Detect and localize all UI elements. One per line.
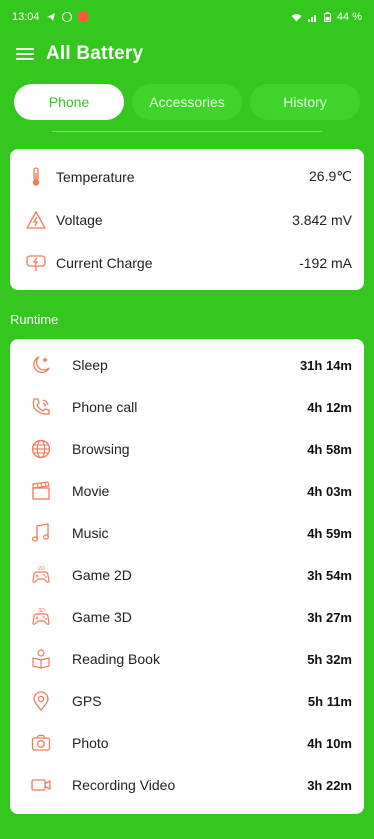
tab-divider xyxy=(52,131,322,132)
runtime-label: Photo xyxy=(72,735,109,751)
runtime-row-sleep[interactable]: Sleep 31h 14m xyxy=(10,344,364,386)
runtime-row-movie[interactable]: Movie 4h 03m xyxy=(10,470,364,512)
runtime-value: 3h 22m xyxy=(307,777,352,793)
runtime-value: 4h 03m xyxy=(307,483,352,499)
runtime-label: Movie xyxy=(72,483,110,499)
runtime-value: 4h 59m xyxy=(307,525,352,541)
info-row-temperature: Temperature 26.9℃ xyxy=(10,155,364,198)
camera-icon xyxy=(26,730,56,756)
runtime-label: Reading Book xyxy=(72,651,160,667)
runtime-label: Game 3D xyxy=(72,609,132,625)
globe-icon xyxy=(26,436,56,462)
music-note-icon xyxy=(26,520,56,546)
tab-bar: Phone Accessories History xyxy=(0,84,374,120)
runtime-value: 4h 12m xyxy=(307,399,352,415)
instagram-icon xyxy=(61,12,72,22)
runtime-value: 5h 32m xyxy=(307,651,352,667)
runtime-row-game-2d[interactable]: 2D Game 2D 3h 54m xyxy=(10,554,364,596)
runtime-value: 4h 58m xyxy=(307,441,352,457)
runtime-row-recording-video[interactable]: Recording Video 3h 22m xyxy=(10,764,364,806)
runtime-label: Music xyxy=(72,525,109,541)
runtime-value: 4h 10m xyxy=(307,735,352,751)
runtime-value: 3h 54m xyxy=(307,567,352,583)
menu-icon[interactable] xyxy=(16,48,34,60)
runtime-section-label: Runtime xyxy=(10,312,59,327)
runtime-label: Game 2D xyxy=(72,567,132,583)
battery-status-icon xyxy=(323,12,331,22)
info-value: 26.9℃ xyxy=(309,168,352,184)
runtime-row-game-3d[interactable]: 3D Game 3D 3h 27m xyxy=(10,596,364,638)
info-row-voltage: Voltage 3.842 mV xyxy=(10,198,364,241)
info-label: Current Charge xyxy=(56,254,153,271)
sleep-icon xyxy=(26,352,56,378)
runtime-row-browsing[interactable]: Browsing 4h 58m xyxy=(10,428,364,470)
clapperboard-icon xyxy=(26,478,56,504)
charger-icon xyxy=(22,251,50,275)
status-bar: 13:04 44 % xyxy=(0,0,374,34)
battery-info-card: Temperature 26.9℃ Voltage 3.842 mV Curre… xyxy=(10,149,364,290)
phone-call-icon xyxy=(26,394,56,420)
signal-icon xyxy=(307,13,318,22)
svg-text:2D: 2D xyxy=(38,566,45,572)
info-label: Voltage xyxy=(56,211,103,228)
info-value: -192 mA xyxy=(299,254,352,271)
gamepad-2d-icon: 2D xyxy=(26,562,56,588)
info-row-current-charge: Current Charge -192 mA xyxy=(10,241,364,284)
runtime-label: Browsing xyxy=(72,441,130,457)
runtime-value: 31h 14m xyxy=(299,357,352,373)
runtime-row-gps[interactable]: GPS 5h 11m xyxy=(10,680,364,722)
runtime-row-music[interactable]: Music 4h 59m xyxy=(10,512,364,554)
runtime-label: GPS xyxy=(72,693,102,709)
runtime-row-photo[interactable]: Photo 4h 10m xyxy=(10,722,364,764)
book-icon xyxy=(26,646,56,672)
runtime-card: Sleep 31h 14m Phone call 4h 12m Browsing… xyxy=(10,339,364,814)
runtime-value: 3h 27m xyxy=(307,609,352,625)
app-notification-icon xyxy=(77,12,88,22)
status-right: 44 % xyxy=(291,11,362,23)
info-value: 3.842 mV xyxy=(292,211,352,228)
video-camera-icon xyxy=(26,772,56,798)
clock: 13:04 xyxy=(12,11,40,23)
svg-text:3D: 3D xyxy=(38,608,45,614)
thermometer-icon xyxy=(22,165,50,189)
info-label: Temperature xyxy=(56,168,135,185)
runtime-label: Phone call xyxy=(72,399,138,415)
gamepad-3d-icon: 3D xyxy=(26,604,56,630)
app-title: All Battery xyxy=(46,43,144,64)
tab-history[interactable]: History xyxy=(250,84,360,120)
tab-phone[interactable]: Phone xyxy=(14,84,124,120)
battery-percent: 44 % xyxy=(336,11,362,23)
app-bar: All Battery xyxy=(0,34,374,74)
status-left: 13:04 xyxy=(12,11,88,23)
location-pin-icon xyxy=(26,688,56,714)
telegram-icon xyxy=(46,12,56,22)
runtime-value: 5h 11m xyxy=(307,693,352,709)
runtime-row-reading-book[interactable]: Reading Book 5h 32m xyxy=(10,638,364,680)
runtime-row-phone-call[interactable]: Phone call 4h 12m xyxy=(10,386,364,428)
runtime-label: Recording Video xyxy=(72,777,176,793)
wifi-icon xyxy=(291,13,302,22)
runtime-label: Sleep xyxy=(72,357,108,373)
tab-accessories[interactable]: Accessories xyxy=(132,84,242,120)
voltage-icon xyxy=(22,208,50,232)
